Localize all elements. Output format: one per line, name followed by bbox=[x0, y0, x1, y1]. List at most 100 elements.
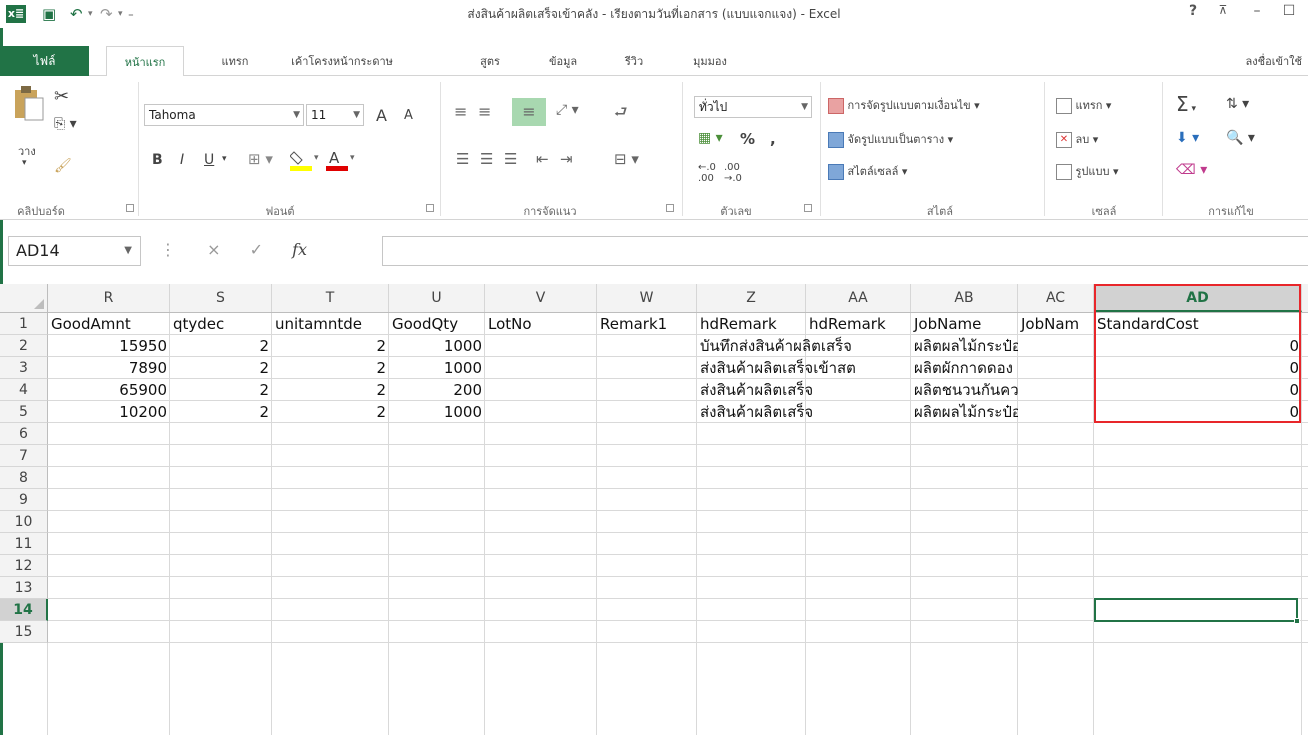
tab-insert[interactable]: แทรก bbox=[200, 46, 270, 76]
shrink-font-button[interactable]: A bbox=[404, 108, 413, 123]
tab-file[interactable]: ไฟล์ bbox=[0, 46, 89, 76]
align-right-icon[interactable]: ☰ bbox=[504, 150, 517, 168]
tab-formulas[interactable]: สูตร bbox=[470, 46, 510, 76]
row-header-14[interactable]: 14 bbox=[0, 599, 48, 621]
name-box[interactable]: AD14 ▼ bbox=[8, 236, 141, 266]
sort-filter-icon[interactable]: ⇅ ▾ bbox=[1226, 96, 1249, 112]
ribbon-display-icon[interactable]: ⊼ bbox=[1212, 3, 1234, 17]
cell-t3[interactable]: 2 bbox=[272, 357, 389, 379]
comma-style-button[interactable]: , bbox=[770, 130, 776, 148]
bottom-align-icon[interactable]: ≡ bbox=[512, 98, 546, 126]
column-header-ac[interactable]: AC bbox=[1018, 284, 1094, 312]
cell-ad5[interactable]: 0 bbox=[1094, 401, 1302, 423]
orientation-icon[interactable]: ⤢ ▾ bbox=[556, 102, 579, 118]
cell-s5[interactable]: 2 bbox=[170, 401, 272, 423]
row-header-4[interactable]: 4 bbox=[0, 379, 48, 401]
row-header-15[interactable]: 15 bbox=[0, 621, 48, 643]
number-format-combo[interactable]: ทั่วไป ▼ bbox=[694, 96, 812, 118]
cell-s2[interactable]: 2 bbox=[170, 335, 272, 357]
number-launcher-icon[interactable] bbox=[804, 204, 812, 212]
paste-dropdown-icon[interactable]: ▾ bbox=[22, 158, 27, 168]
top-align-icon[interactable]: ≡ bbox=[454, 102, 467, 121]
row-header-7[interactable]: 7 bbox=[0, 445, 48, 467]
column-header-ad[interactable]: AD bbox=[1094, 284, 1302, 312]
cell-z5[interactable]: ส่งสินค้าผลิตเสร็จ bbox=[697, 401, 911, 423]
fill-handle[interactable] bbox=[1294, 618, 1300, 624]
active-cell[interactable] bbox=[1094, 598, 1300, 624]
font-name-combo[interactable]: Tahoma ▼ bbox=[144, 104, 304, 126]
minimize-button[interactable]: – bbox=[1246, 3, 1268, 19]
wrap-text-icon[interactable]: ⮐ bbox=[614, 102, 628, 127]
clear-icon[interactable]: ⌫ ▾ bbox=[1176, 162, 1207, 178]
cell-ab1[interactable]: JobName bbox=[911, 313, 1018, 335]
enter-icon[interactable]: ✓ bbox=[250, 240, 263, 259]
cell-z1[interactable]: hdRemark bbox=[697, 313, 806, 335]
maximize-button[interactable]: ☐ bbox=[1278, 3, 1300, 19]
row-header-9[interactable]: 9 bbox=[0, 489, 48, 511]
cell-u4[interactable]: 200 bbox=[389, 379, 485, 401]
middle-align-icon[interactable]: ≡ bbox=[478, 102, 491, 121]
cell-r1[interactable]: GoodAmnt bbox=[48, 313, 170, 335]
fill-icon[interactable]: ⬇ ▾ bbox=[1176, 130, 1199, 146]
cell-ad1[interactable]: StandardCost bbox=[1094, 313, 1302, 335]
fill-color-icon[interactable]: ▾ bbox=[289, 148, 320, 175]
align-left-icon[interactable]: ☰ bbox=[456, 150, 469, 168]
cell-u2[interactable]: 1000 bbox=[389, 335, 485, 357]
row-header-13[interactable]: 13 bbox=[0, 577, 48, 599]
row-header-2[interactable]: 2 bbox=[0, 335, 48, 357]
insert-cells-button[interactable]: แทรก ▾ bbox=[1056, 96, 1111, 114]
cell-z4[interactable]: ส่งสินค้าผลิตเสร็จ bbox=[697, 379, 911, 401]
font-color-icon[interactable]: A ▾ bbox=[326, 148, 356, 175]
sign-in-link[interactable]: ลงชื่อเข้าใช้ bbox=[1246, 46, 1302, 78]
column-header-ab[interactable]: AB bbox=[911, 284, 1018, 312]
tab-data[interactable]: ข้อมูล bbox=[538, 46, 588, 76]
font-size-combo[interactable]: 11 ▼ bbox=[306, 104, 364, 126]
clipboard-launcher-icon[interactable] bbox=[126, 204, 134, 212]
column-header-v[interactable]: V bbox=[485, 284, 597, 312]
column-header-aa[interactable]: AA bbox=[806, 284, 911, 312]
column-header-s[interactable]: S bbox=[170, 284, 272, 312]
cell-t4[interactable]: 2 bbox=[272, 379, 389, 401]
row-header-8[interactable]: 8 bbox=[0, 467, 48, 489]
cell-s3[interactable]: 2 bbox=[170, 357, 272, 379]
cell-ad3[interactable]: 0 bbox=[1094, 357, 1302, 379]
accounting-format-icon[interactable]: ▦ ▾ bbox=[698, 130, 723, 146]
italic-button[interactable]: I bbox=[180, 152, 184, 168]
column-header-t[interactable]: T bbox=[272, 284, 389, 312]
row-header-1[interactable]: 1 bbox=[0, 313, 48, 335]
format-cells-button[interactable]: รูปแบบ ▾ bbox=[1056, 162, 1118, 180]
underline-dropdown-icon[interactable]: ▾ bbox=[222, 154, 227, 164]
cell-ab2[interactable]: ผลิตผลไม้กระป๋อง bbox=[911, 335, 1018, 357]
cell-ab3[interactable]: ผลิตผักกาดดอง bbox=[911, 357, 1018, 379]
cell-z3[interactable]: ส่งสินค้าผลิตเสร็จเข้าสต bbox=[697, 357, 911, 379]
cut-icon[interactable]: ✂ bbox=[54, 86, 69, 107]
autosum-button[interactable]: Σ ▾ bbox=[1176, 92, 1196, 116]
cell-ab4[interactable]: ผลิตชนวนกันความร้ bbox=[911, 379, 1018, 401]
borders-icon[interactable]: ⊞ ▾ bbox=[248, 150, 273, 168]
insert-function-icon[interactable]: fx bbox=[292, 240, 307, 259]
bold-button[interactable]: B bbox=[152, 152, 163, 168]
cell-ad2[interactable]: 0 bbox=[1094, 335, 1302, 357]
cell-v1[interactable]: LotNo bbox=[485, 313, 597, 335]
tab-page-layout[interactable]: เค้าโครงหน้ากระดาษ bbox=[282, 46, 402, 76]
tab-view[interactable]: มุมมอง bbox=[680, 46, 740, 76]
conditional-formatting-button[interactable]: การจัดรูปแบบตามเงื่อนไข ▾ bbox=[828, 96, 980, 114]
column-header-u[interactable]: U bbox=[389, 284, 485, 312]
cancel-icon[interactable]: × bbox=[207, 240, 220, 259]
cell-z2[interactable]: บันทึกส่งสินค้าผลิตเสร็จ bbox=[697, 335, 911, 357]
column-header-r[interactable]: R bbox=[48, 284, 170, 312]
increase-indent-icon[interactable]: ⇥ bbox=[560, 150, 573, 168]
cell-t2[interactable]: 2 bbox=[272, 335, 389, 357]
cell-s1[interactable]: qtydec bbox=[170, 313, 272, 335]
cell-ab5[interactable]: ผลิตผลไม้กระป๋อง bbox=[911, 401, 1018, 423]
row-header-5[interactable]: 5 bbox=[0, 401, 48, 423]
cell-styles-button[interactable]: สไตล์เซลล์ ▾ bbox=[828, 162, 907, 180]
decrease-decimal-icon[interactable]: .00 →.0 bbox=[724, 162, 742, 184]
decrease-indent-icon[interactable]: ⇤ bbox=[536, 150, 549, 168]
row-header-3[interactable]: 3 bbox=[0, 357, 48, 379]
cell-r5[interactable]: 10200 bbox=[48, 401, 170, 423]
alignment-launcher-icon[interactable] bbox=[666, 204, 674, 212]
increase-decimal-icon[interactable]: ←.0.00 bbox=[698, 162, 716, 184]
delete-cells-button[interactable]: ✕ ลบ ▾ bbox=[1056, 130, 1098, 148]
cell-r2[interactable]: 15950 bbox=[48, 335, 170, 357]
